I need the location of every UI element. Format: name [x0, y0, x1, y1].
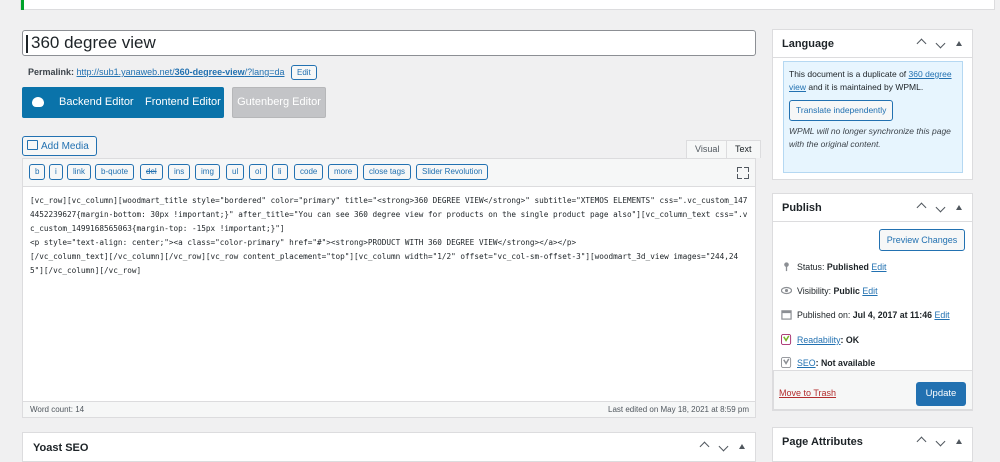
content-textarea[interactable]: [vc_row][vc_column][woodmart_title style… — [23, 187, 755, 403]
seo-link[interactable]: SEO — [797, 358, 816, 368]
post-title-text: 360 degree view — [31, 33, 156, 52]
calendar-icon — [781, 310, 792, 320]
published-on-row: Published on: Jul 4, 2017 at 11:46 Edit — [781, 309, 950, 320]
move-down-icon[interactable] — [935, 202, 946, 213]
yoast-seo-title: Yoast SEO — [33, 442, 89, 454]
yoast-readability-icon — [781, 334, 792, 345]
add-media-button[interactable]: Add Media — [22, 136, 97, 156]
qt-more-button[interactable]: more — [328, 164, 359, 180]
publish-box-header: Publish — [773, 194, 972, 222]
backend-editor-button[interactable]: Backend Editor — [59, 96, 134, 108]
readability-value: : OK — [840, 335, 860, 345]
page-builder-bar: Backend Editor Frontend Editor — [22, 87, 224, 118]
notice-accent-bar — [21, 0, 24, 10]
notice-note: WPML will no longer synchronize this pag… — [789, 126, 951, 149]
post-title-input[interactable]: 360 degree view — [22, 30, 756, 56]
permalink-label: Permalink: — [28, 67, 75, 77]
eye-icon — [781, 286, 792, 295]
toggle-panel-icon[interactable] — [739, 444, 745, 449]
qt-italic-button[interactable]: i — [49, 164, 63, 180]
language-box-header: Language — [773, 30, 972, 58]
move-to-trash-link[interactable]: Move to Trash — [779, 388, 836, 398]
gutenberg-editor-button[interactable]: Gutenberg Editor — [232, 87, 326, 118]
move-up-icon[interactable] — [916, 38, 927, 49]
visibility-label: Visibility: — [797, 286, 832, 296]
qt-ul-button[interactable]: ul — [226, 164, 245, 180]
language-box-controls — [916, 38, 962, 49]
move-up-icon[interactable] — [916, 202, 927, 213]
page-attributes-header: Page Attributes — [773, 428, 972, 456]
text-cursor — [26, 35, 28, 53]
qt-bquote-button[interactable]: b-quote — [95, 164, 135, 180]
notice-suffix: and it is maintained by WPML. — [806, 82, 924, 92]
wpbakery-logo-icon — [32, 97, 44, 107]
page-attributes-box: Page Attributes — [772, 427, 973, 462]
toggle-panel-icon[interactable] — [956, 439, 962, 444]
readability-row: Readability: OK — [781, 334, 859, 345]
page-attributes-title: Page Attributes — [782, 436, 863, 448]
qt-slider-revolution-button[interactable]: Slider Revolution — [416, 164, 489, 180]
readability-link[interactable]: Readability — [797, 335, 841, 345]
media-icon — [27, 140, 38, 150]
permalink-prefix: http://sub1.yanaweb.net/ — [76, 67, 175, 77]
seo-row: SEO: Not available — [781, 357, 875, 368]
top-notice-strip — [20, 0, 995, 10]
toggle-panel-icon[interactable] — [956, 205, 962, 210]
add-media-label: Add Media — [41, 141, 89, 152]
tab-visual[interactable]: Visual — [686, 140, 729, 158]
visibility-value: Public — [833, 286, 860, 296]
yoast-seo-box: Yoast SEO — [22, 432, 756, 462]
qt-ins-button[interactable]: ins — [168, 164, 191, 180]
qt-close-tags-button[interactable]: close tags — [363, 164, 412, 180]
translate-independently-button[interactable]: Translate independently — [789, 100, 894, 121]
status-label: Status: — [797, 262, 825, 272]
move-up-icon[interactable] — [699, 441, 710, 452]
move-up-icon[interactable] — [916, 436, 927, 447]
update-button[interactable]: Update — [916, 382, 966, 406]
status-row: Status: Published Edit — [781, 261, 887, 272]
toggle-panel-icon[interactable] — [956, 41, 962, 46]
published-value: Jul 4, 2017 at 11:46 — [852, 310, 932, 320]
move-down-icon[interactable] — [718, 441, 729, 452]
tab-text[interactable]: Text — [726, 140, 761, 158]
status-edit-link[interactable]: Edit — [871, 262, 886, 272]
published-edit-link[interactable]: Edit — [934, 310, 949, 320]
permalink-edit-button[interactable]: Edit — [290, 65, 317, 80]
text-editor: b i link b-quote del ins img ul ol li co… — [22, 158, 756, 418]
wpml-duplicate-notice: This document is a duplicate of 360 degr… — [783, 61, 963, 173]
editor-status-bar: Word count: 14 Last edited on May 18, 20… — [23, 401, 755, 417]
qt-del-button[interactable]: del — [140, 164, 163, 180]
publish-box-controls — [916, 202, 962, 213]
publish-box-title: Publish — [782, 202, 822, 214]
word-count: Word count: 14 — [30, 405, 85, 414]
yoast-seo-icon — [781, 357, 792, 368]
fullscreen-icon[interactable] — [737, 167, 749, 179]
pin-icon — [784, 262, 789, 272]
last-edited: Last edited on May 18, 2021 at 8:59 pm — [608, 405, 749, 414]
qt-link-button[interactable]: link — [67, 164, 92, 180]
qt-code-button[interactable]: code — [294, 164, 324, 180]
qt-bold-button[interactable]: b — [29, 164, 46, 180]
move-down-icon[interactable] — [935, 38, 946, 49]
quicktags-toolbar: b i link b-quote del ins img ul ol li co… — [23, 159, 755, 187]
qt-li-button[interactable]: li — [272, 164, 288, 180]
permalink-suffix: /?lang=da — [244, 67, 285, 77]
qt-img-button[interactable]: img — [195, 164, 220, 180]
permalink-row: Permalink: http://sub1.yanaweb.net/360-d… — [28, 65, 317, 80]
visibility-edit-link[interactable]: Edit — [862, 286, 877, 296]
language-box-title: Language — [782, 38, 834, 50]
permalink-slug: 360-degree-view — [174, 67, 245, 77]
published-label: Published on: — [797, 310, 851, 320]
frontend-editor-button[interactable]: Frontend Editor — [145, 96, 221, 108]
yoast-box-controls — [699, 441, 745, 452]
permalink-link[interactable]: http://sub1.yanaweb.net/360-degree-view/… — [77, 67, 285, 77]
notice-prefix: This document is a duplicate of — [789, 69, 909, 79]
status-value: Published — [826, 262, 869, 272]
page-attributes-controls — [916, 436, 962, 447]
visibility-row: Visibility: Public Edit — [781, 285, 878, 296]
qt-ol-button[interactable]: ol — [249, 164, 268, 180]
move-down-icon[interactable] — [935, 436, 946, 447]
seo-value: : Not available — [815, 358, 876, 368]
preview-changes-button[interactable]: Preview Changes — [879, 229, 965, 251]
